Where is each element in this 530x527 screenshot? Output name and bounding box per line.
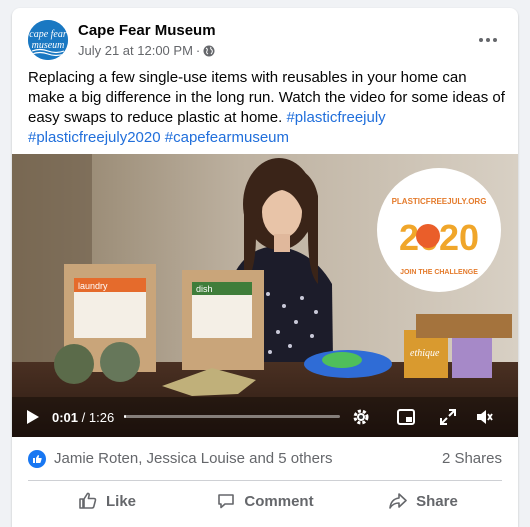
- action-bar: Like Comment Share: [28, 484, 502, 518]
- video-progress-fill: [124, 415, 127, 418]
- video-player[interactable]: laundry dish ethique PLASTICFREEJULY.ORG…: [12, 154, 518, 437]
- post-meta: July 21 at 12:00 PM ·: [78, 43, 215, 58]
- badge-bottom-text: JOIN THE CHALLENGE: [400, 269, 478, 276]
- avatar[interactable]: cape fear museum: [28, 20, 68, 60]
- post-header: cape fear museum Cape Fear Museum July 2…: [28, 20, 502, 60]
- product-label: ethique: [410, 348, 440, 359]
- share-button[interactable]: Share: [344, 484, 502, 518]
- video-time: 0:01 / 1:26: [52, 410, 114, 425]
- mute-icon[interactable]: [474, 407, 494, 427]
- gear-icon[interactable]: [351, 407, 371, 427]
- current-time: 0:01: [52, 409, 79, 425]
- hashtag-link[interactable]: #plasticfreejuly2020: [28, 129, 161, 146]
- share-icon: [389, 493, 407, 509]
- separator: ·: [195, 43, 201, 58]
- video-frame: laundry dish ethique PLASTICFREEJULY.ORG…: [12, 154, 518, 437]
- more-options-button[interactable]: [474, 26, 502, 54]
- share-label: Share: [416, 492, 458, 510]
- duration: / 1:26: [81, 409, 115, 425]
- share-count[interactable]: 2 Shares: [442, 450, 502, 467]
- reactions-bar: Jamie Roten, Jessica Louise and 5 others…: [28, 449, 502, 469]
- badge-top-text: PLASTICFREEJULY.ORG: [392, 197, 487, 206]
- fullscreen-icon[interactable]: [438, 407, 458, 427]
- more-dots-icon: [479, 38, 483, 42]
- video-progress-bar[interactable]: [124, 415, 340, 418]
- comment-icon: [218, 494, 235, 509]
- reaction-names[interactable]: Jamie Roten, Jessica Louise and 5 others: [54, 450, 333, 467]
- like-label: Like: [105, 492, 136, 510]
- laundry-box-label: laundry: [78, 281, 108, 291]
- timestamp[interactable]: July 21 at 12:00 PM: [78, 43, 193, 58]
- hashtag-link[interactable]: #plasticfreejuly: [286, 109, 385, 126]
- comment-label: Comment: [244, 492, 314, 510]
- divider: [28, 480, 502, 481]
- video-controls: 0:01 / 1:26: [12, 397, 518, 437]
- comment-button[interactable]: Comment: [186, 484, 344, 518]
- miniplayer-icon[interactable]: [396, 407, 416, 427]
- globe-icon: [203, 45, 215, 56]
- post-body: Replacing a few single-use items with re…: [28, 69, 505, 126]
- play-icon[interactable]: [22, 407, 42, 427]
- thumbs-up-icon: [79, 492, 97, 509]
- like-button[interactable]: Like: [28, 484, 186, 518]
- like-reaction-icon[interactable]: [28, 450, 46, 468]
- post-card: cape fear museum Cape Fear Museum July 2…: [12, 8, 518, 527]
- hashtag-link[interactable]: #capefearmuseum: [165, 129, 289, 146]
- avatar-text-top: cape fear: [29, 29, 67, 40]
- post-text: Replacing a few single-use items with re…: [28, 68, 506, 148]
- dish-box-label: dish: [196, 284, 213, 294]
- page-name[interactable]: Cape Fear Museum: [78, 22, 216, 39]
